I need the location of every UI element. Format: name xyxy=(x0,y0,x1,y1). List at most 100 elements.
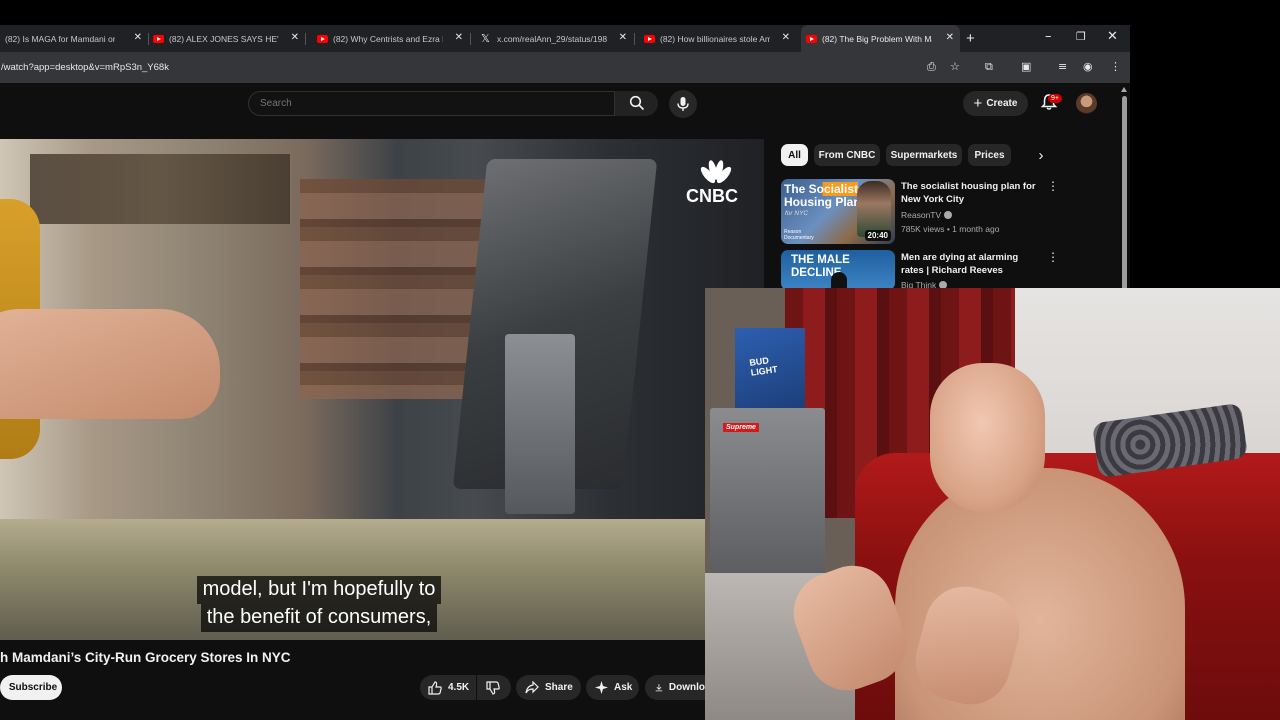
ask-button[interactable]: Ask xyxy=(586,675,639,700)
search-button[interactable] xyxy=(615,91,658,116)
install-app-icon[interactable]: ⎙ xyxy=(927,60,936,74)
more-options-icon[interactable]: ⋮ xyxy=(1047,251,1059,263)
ask-label: Ask xyxy=(614,682,633,693)
caption-line: model, but I'm hopefully to xyxy=(196,576,442,604)
tab-title: (82) ALEX JONES SAYS HE'S TUR xyxy=(169,33,279,44)
tab-separator xyxy=(634,33,635,45)
thumb-line: The Socialist xyxy=(784,182,859,196)
chip-next-arrow-icon[interactable]: › xyxy=(1030,144,1052,166)
hand xyxy=(0,309,220,419)
tab-close-icon[interactable]: ✕ xyxy=(946,32,954,43)
tab-title: (82) How billionaires stole Ame xyxy=(660,33,770,44)
video-title: h Mamdani’s City-Run Grocery Stores In N… xyxy=(0,650,291,665)
chip-from-cnbc[interactable]: From CNBC xyxy=(814,144,880,166)
bookmark-star-icon[interactable]: ☆ xyxy=(950,60,960,73)
media-controls-icon[interactable]: ≡ xyxy=(1058,60,1067,73)
address-bar: /watch?app=desktop&v=mRpS3n_Y68k ⎙ ☆ ⧉ ▣… xyxy=(0,52,1130,83)
search-input[interactable] xyxy=(258,97,602,110)
new-tab-button[interactable]: + xyxy=(966,30,975,47)
search-icon xyxy=(629,95,645,111)
youtube-icon xyxy=(317,34,328,43)
like-count: 4.5K xyxy=(448,682,470,693)
tab-close-icon[interactable]: ✕ xyxy=(291,32,299,43)
browser-menu-icon[interactable]: ⋮ xyxy=(1110,60,1121,73)
chip-supermarkets[interactable]: Supermarkets xyxy=(886,144,962,166)
video-duration: 20:40 xyxy=(864,230,891,241)
share-icon xyxy=(525,680,539,693)
download-label: Downlo xyxy=(668,682,705,693)
background-shelf xyxy=(300,179,485,399)
youtube-icon xyxy=(153,34,164,43)
download-button[interactable]: Downlo xyxy=(645,675,705,700)
youtube-icon xyxy=(806,34,817,43)
tab-bar: (82) Is MAGA for Mamdani on t ✕ (82) ALE… xyxy=(0,25,1130,52)
tab-2[interactable]: (82) ALEX JONES SAYS HE'S TUR ✕ xyxy=(148,25,305,52)
thumbs-down-icon xyxy=(486,680,500,695)
tab-close-icon[interactable]: ✕ xyxy=(455,32,463,43)
like-button[interactable]: 4.5K xyxy=(420,675,476,700)
webcam-mini-fridge: Supreme xyxy=(710,408,825,573)
minimize-icon[interactable]: – xyxy=(1045,29,1052,44)
tab-title: (82) Is MAGA for Mamdani on t xyxy=(5,33,115,44)
profile-icon[interactable]: ◉ xyxy=(1083,60,1093,73)
subscribe-button[interactable]: Subscribe xyxy=(0,675,62,700)
recommendation-meta: 785K views • 1 month ago xyxy=(901,224,1000,234)
window-close-icon[interactable]: ✕ xyxy=(1107,29,1118,44)
tab-search-icon[interactable]: ▣ xyxy=(1021,60,1031,73)
plus-icon: + xyxy=(973,95,983,112)
share-label: Share xyxy=(545,682,573,693)
tab-1[interactable]: (82) Is MAGA for Mamdani on t ✕ xyxy=(0,25,148,52)
thumb-person xyxy=(857,181,891,237)
dislike-button[interactable] xyxy=(477,675,511,700)
extensions-icon[interactable]: ⧉ xyxy=(985,60,993,74)
x-icon: 𝕏 xyxy=(481,32,490,45)
recommendation-thumbnail[interactable]: The Socialist Housing Plan for NYC Reaso… xyxy=(781,179,895,244)
scrollbar-thumb[interactable] xyxy=(1122,96,1127,290)
tab-close-icon[interactable]: ✕ xyxy=(782,32,790,43)
sparkle-icon xyxy=(595,681,608,694)
recommendation-channel[interactable]: ReasonTV xyxy=(901,210,953,220)
download-icon xyxy=(655,684,663,692)
scrollbar-up-arrow[interactable] xyxy=(1121,87,1127,92)
tab-5[interactable]: (82) How billionaires stole Ame ✕ xyxy=(639,25,796,52)
create-button[interactable]: + Create xyxy=(963,91,1028,116)
search-box[interactable] xyxy=(248,91,615,116)
verified-icon xyxy=(944,211,953,219)
tab-title: (82) Why Centrists and Ezra Kle xyxy=(333,33,443,44)
tab-close-icon[interactable]: ✕ xyxy=(134,32,142,43)
video-player[interactable]: CNBC xyxy=(0,139,764,640)
more-options-icon[interactable]: ⋮ xyxy=(1047,180,1059,192)
channel-name: ReasonTV xyxy=(901,210,942,220)
webcam-person-head xyxy=(930,363,1045,513)
chip-prices[interactable]: Prices xyxy=(968,144,1011,166)
tab-6-active[interactable]: (82) The Big Problem With Ma ✕ xyxy=(801,25,960,52)
share-button[interactable]: Share xyxy=(516,675,581,700)
thumb-corner-label: Reason Documentary xyxy=(784,229,814,241)
recommendation-thumbnail[interactable]: THE MALE DECLINE xyxy=(781,250,895,290)
restore-icon[interactable]: ❐ xyxy=(1076,30,1086,43)
thumb-line: Housing Plan xyxy=(784,195,861,209)
voice-search-button[interactable] xyxy=(669,90,697,118)
create-label: Create xyxy=(986,98,1018,109)
youtube-icon xyxy=(644,34,655,43)
thumb-subtitle: for NYC xyxy=(785,210,809,217)
background-shelf xyxy=(30,154,290,224)
sticker-supreme: Supreme xyxy=(723,423,759,432)
webcam-box-text: BUD LIGHT xyxy=(749,354,779,378)
recommendation-title[interactable]: The socialist housing plan for New York … xyxy=(901,180,1036,206)
recommendation-title[interactable]: Men are dying at alarming rates | Richar… xyxy=(901,251,1036,277)
webcam-overlay: BUD LIGHT Supreme xyxy=(705,288,1280,720)
user-avatar[interactable] xyxy=(1076,93,1097,114)
top-letterbox xyxy=(0,0,1130,25)
caption-line: the benefit of consumers, xyxy=(200,604,438,632)
url-text[interactable]: /watch?app=desktop&v=mRpS3n_Y68k xyxy=(1,62,169,73)
tab-title: (82) The Big Problem With Ma xyxy=(822,33,932,44)
tab-close-icon[interactable]: ✕ xyxy=(619,32,627,43)
thumbs-up-icon xyxy=(428,680,442,695)
tab-4[interactable]: 𝕏 x.com/realAnn_29/status/1989 ✕ xyxy=(476,25,633,52)
microphone-icon xyxy=(677,97,689,111)
chip-all[interactable]: All xyxy=(781,144,808,166)
tab-3[interactable]: (82) Why Centrists and Ezra Kle ✕ xyxy=(312,25,469,52)
thumbnail-caption: The Socialist Housing Plan xyxy=(784,182,861,209)
youtube-header: + Create 9+ xyxy=(0,83,1130,123)
